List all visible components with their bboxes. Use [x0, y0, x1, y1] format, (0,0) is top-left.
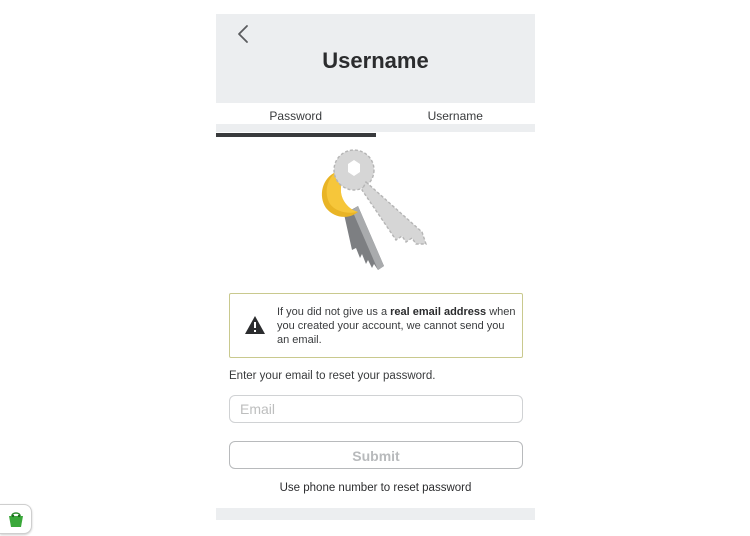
warning-text-start: If you did not give us a [277, 306, 391, 318]
shopping-bag-icon [8, 512, 23, 527]
email-input[interactable] [230, 396, 522, 422]
keys-icon [321, 149, 427, 270]
back-button[interactable] [230, 20, 256, 48]
tab-divider [216, 124, 535, 132]
email-field [229, 395, 523, 423]
phone-reset-link[interactable]: Use phone number to reset password [216, 482, 535, 494]
warning-message: If you did not give us a real email addr… [277, 305, 517, 347]
submit-button[interactable]: Submit [229, 441, 523, 469]
forgot-credentials-screen: Username Password Username If you did no… [216, 14, 535, 522]
footer-band [216, 508, 535, 520]
extension-badge[interactable] [0, 504, 32, 534]
reset-instruction: Enter your email to reset your password. [229, 370, 436, 382]
warning-triangle-icon [245, 316, 265, 334]
page-title: Username [322, 48, 429, 73]
header-bar: Username [216, 14, 535, 103]
warning-text-emphasis: real email address [390, 306, 487, 318]
warning-box: If you did not give us a real email addr… [229, 293, 523, 358]
chevron-left-icon [238, 25, 248, 43]
